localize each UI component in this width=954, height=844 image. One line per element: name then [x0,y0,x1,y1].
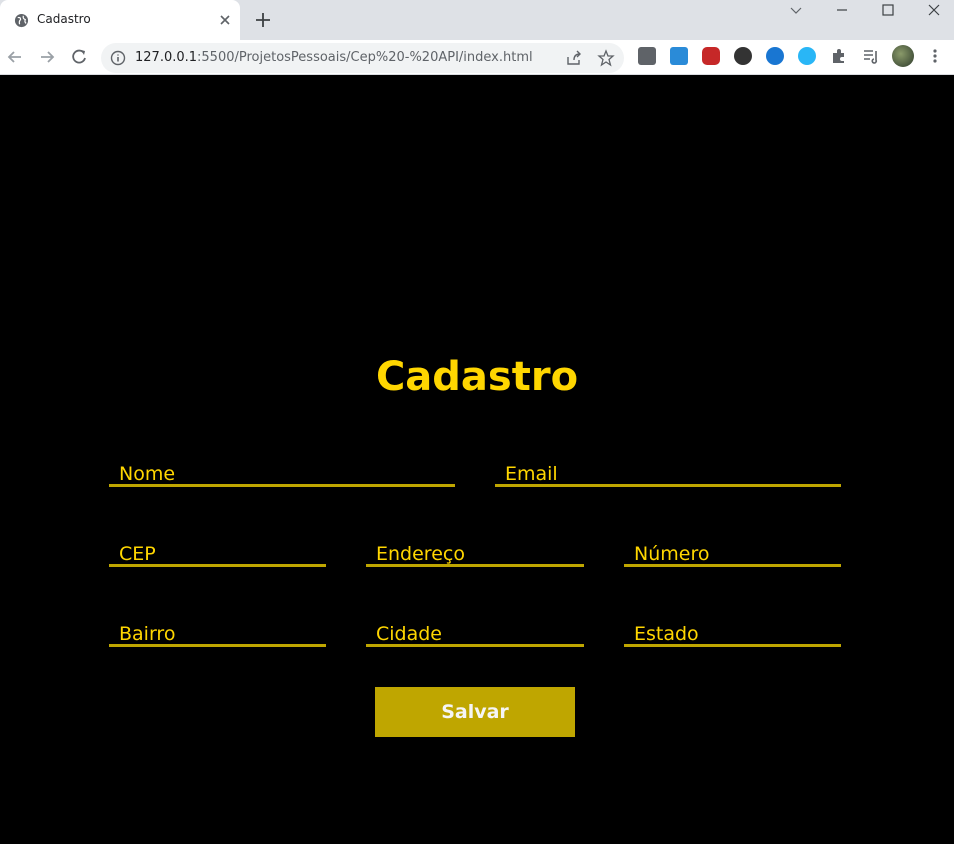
chevron-down-icon[interactable] [789,3,803,17]
puzzle-icon[interactable] [830,47,848,65]
reload-icon[interactable] [69,47,89,67]
tab-title: Cadastro [37,12,91,26]
extension-icon[interactable] [766,47,784,65]
forward-arrow-icon[interactable] [37,47,57,67]
city-placeholder: Cidade [376,623,442,645]
extension-icon[interactable] [798,47,816,65]
neighborhood-placeholder: Bairro [119,623,176,645]
new-tab-icon[interactable] [254,11,272,29]
close-icon[interactable] [217,12,233,28]
email-field[interactable]: Email [495,453,841,487]
address-placeholder: Endereço [376,543,465,565]
address-bar[interactable]: 127.0.0.1:5500/ProjetosPessoais/Cep%20-%… [101,43,624,73]
number-field[interactable]: Número [624,533,841,567]
name-field[interactable]: Nome [109,453,455,487]
extension-icon[interactable] [670,47,688,65]
city-field[interactable]: Cidade [366,613,584,647]
save-button[interactable]: Salvar [375,687,575,737]
state-placeholder: Estado [634,623,699,645]
back-arrow-icon[interactable] [5,47,25,67]
browser-toolbar: 127.0.0.1:5500/ProjetosPessoais/Cep%20-%… [0,40,954,75]
cep-field[interactable]: CEP [109,533,326,567]
cep-placeholder: CEP [119,543,156,565]
neighborhood-field[interactable]: Bairro [109,613,326,647]
star-icon[interactable] [597,49,615,67]
url-text[interactable]: 127.0.0.1:5500/ProjetosPessoais/Cep%20-%… [135,50,533,65]
more-options-icon[interactable] [926,47,944,65]
share-icon[interactable] [565,49,583,67]
info-icon[interactable] [110,50,126,66]
extension-icon[interactable] [702,47,720,65]
code-extension-icon[interactable] [638,47,656,65]
number-placeholder: Número [634,543,710,565]
page-title: Cadastro [375,354,579,400]
maximize-icon[interactable] [881,3,895,17]
email-placeholder: Email [505,463,558,485]
page-content: Cadastro Nome Email CEP Endereço Número … [0,75,954,844]
extension-icon[interactable] [734,47,752,65]
close-window-icon[interactable] [927,3,941,17]
media-playlist-icon[interactable] [862,47,880,65]
name-placeholder: Nome [119,463,176,485]
avatar[interactable] [892,45,914,67]
browser-tab[interactable]: Cadastro [0,0,240,40]
tab-strip: Cadastro [0,0,954,40]
globe-icon [14,13,29,28]
minimize-icon[interactable] [835,3,849,17]
state-field[interactable]: Estado [624,613,841,647]
address-field[interactable]: Endereço [366,533,584,567]
